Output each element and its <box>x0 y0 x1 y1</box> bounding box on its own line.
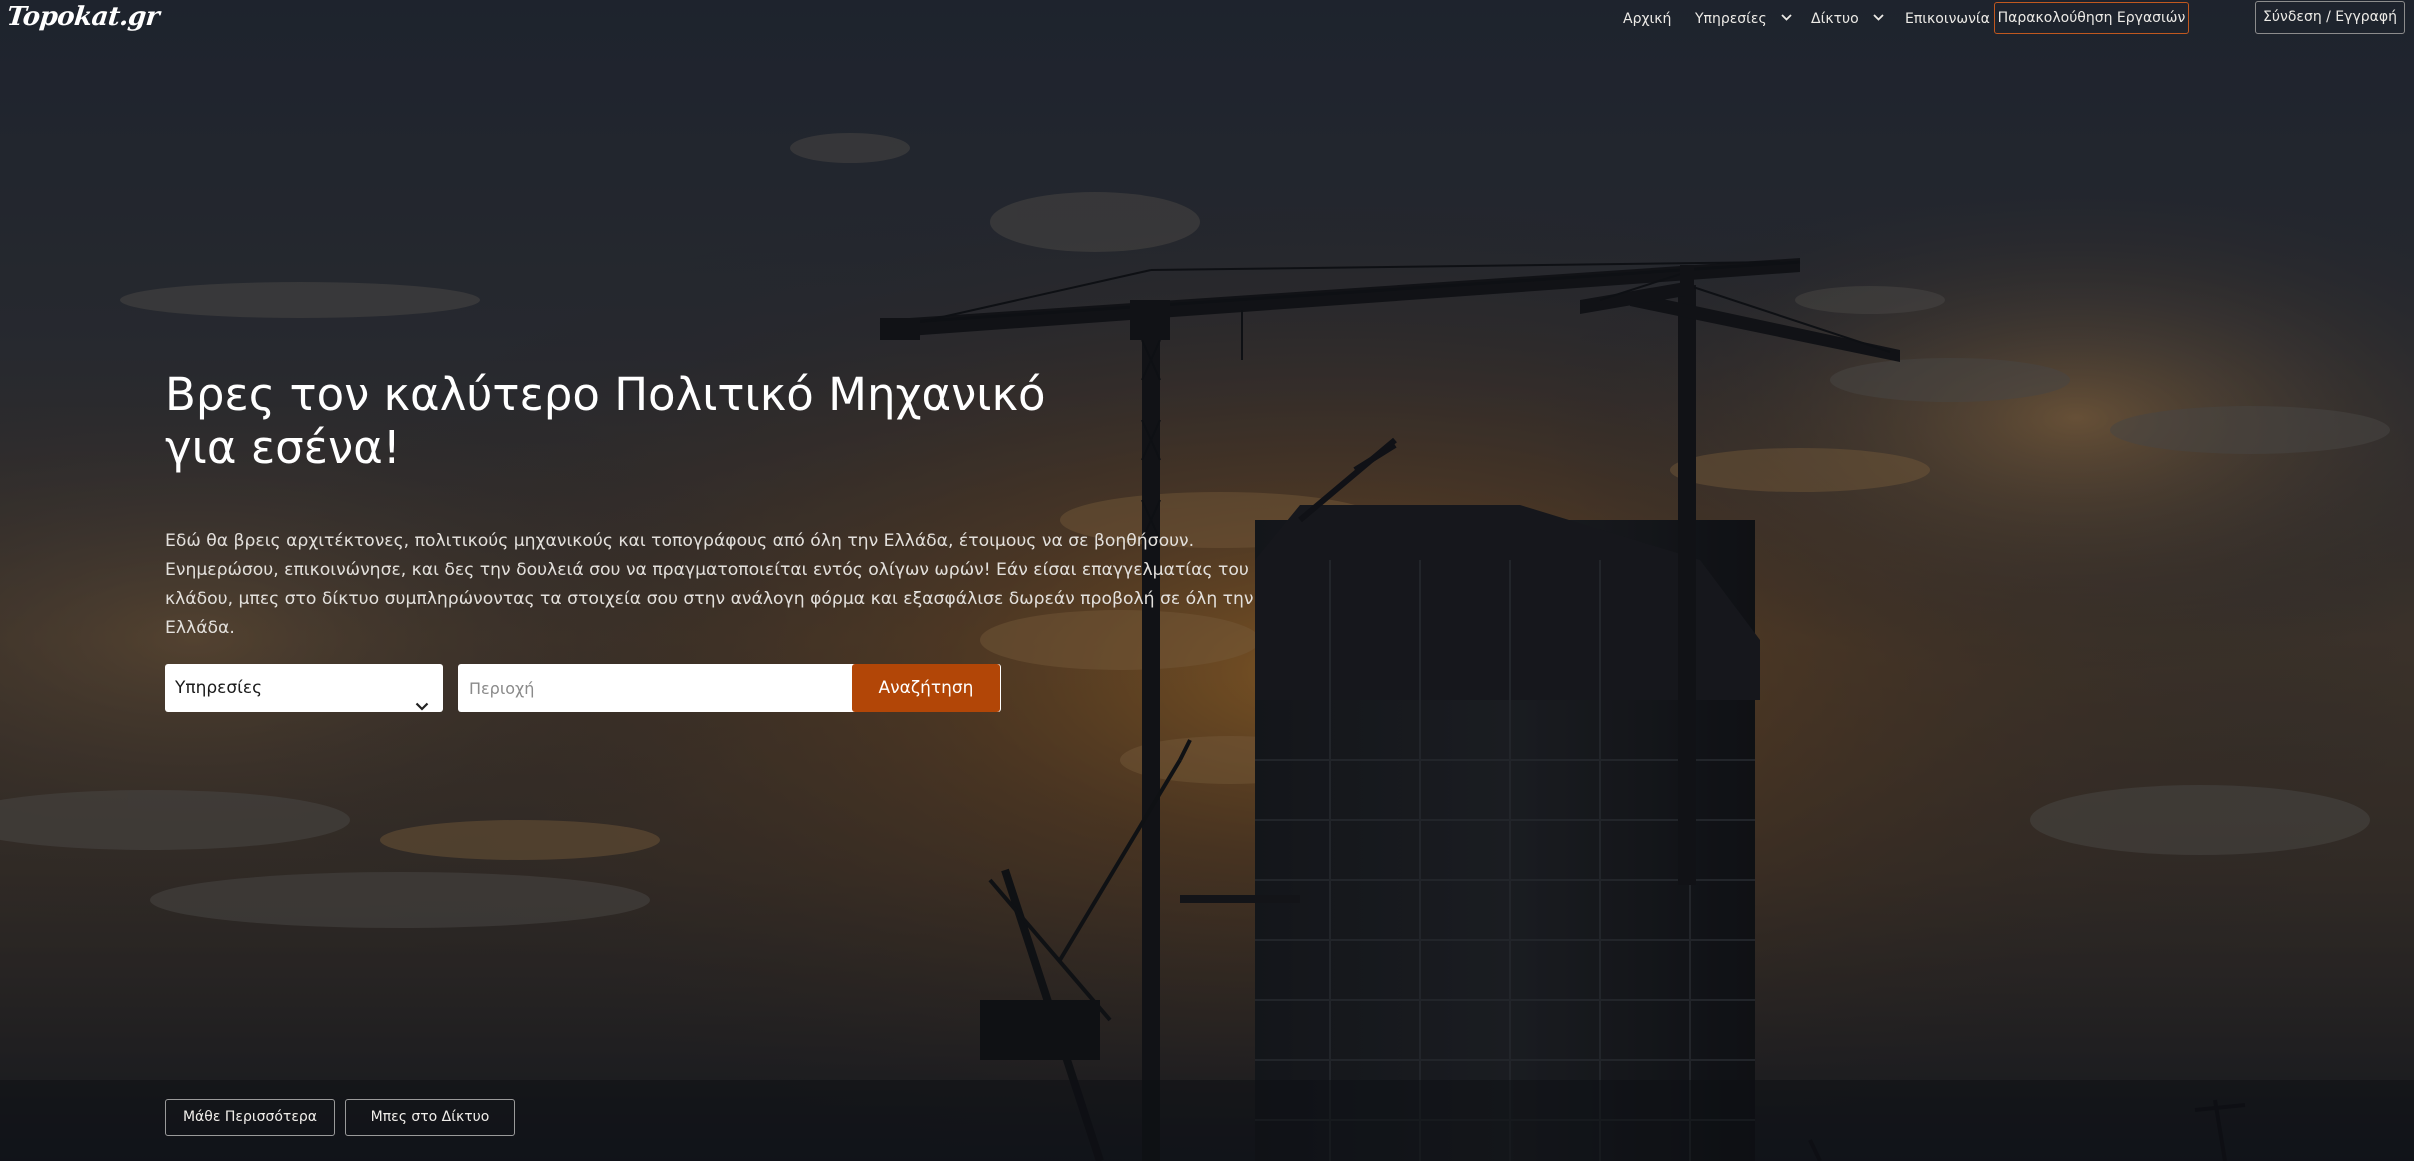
nav-network-label: Δίκτυο <box>1811 11 1859 27</box>
learn-more-label: Μάθε Περισσότερα <box>182 1109 318 1125</box>
nav-dropdown-services[interactable]: Υπηρεσίες <box>1695 11 1792 27</box>
search-button[interactable]: Αναζήτηση <box>852 664 1000 712</box>
chevron-down-icon <box>1873 9 1884 25</box>
hero-title-line-1: Βρες τον καλύτερο Πολιτικό Μηχανικό <box>165 368 1046 421</box>
nav-dropdown-network[interactable]: Δίκτυο <box>1811 11 1884 27</box>
page: Topokat.gr Αρχική Υπηρεσίες Δίκτυο Επικο… <box>0 0 2414 1161</box>
nav-link-home[interactable]: Αρχική <box>1623 11 1671 27</box>
nav-link-contact[interactable]: Επικοινωνία <box>1905 11 1990 27</box>
join-network-button[interactable]: Μπες στο Δίκτυο <box>345 1099 515 1136</box>
top-navbar: Topokat.gr Αρχική Υπηρεσίες Δίκτυο Επικο… <box>0 0 2414 40</box>
nav-services-label: Υπηρεσίες <box>1695 11 1767 27</box>
hero-title-line-2: για εσένα! <box>165 421 401 474</box>
learn-more-button[interactable]: Μάθε Περισσότερα <box>165 1099 335 1136</box>
chevron-down-icon <box>1781 9 1792 25</box>
login-register-label: Σύνδεση / Εγγραφή <box>2263 9 2397 25</box>
nav-contact-label: Επικοινωνία <box>1905 11 1990 27</box>
services-select-value: Υπηρεσίες <box>175 678 263 698</box>
hero-title: Βρες τον καλύτερο Πολιτικό Μηχανικό για … <box>165 368 1065 474</box>
hero-description: Εδώ θα βρεις αρχιτέκτονες, πολιτικούς μη… <box>165 531 1254 638</box>
site-logo[interactable]: Topokat.gr <box>5 2 160 32</box>
login-register-button[interactable]: Σύνδεση / Εγγραφή <box>2255 1 2405 34</box>
chevron-down-icon <box>415 682 429 730</box>
nav-link-home-label: Αρχική <box>1623 11 1672 27</box>
nav-tracking-label: Παρακολούθηση Εργασιών <box>1997 10 2186 26</box>
services-select[interactable]: Υπηρεσίες <box>165 664 443 712</box>
nav-button-tracking[interactable]: Παρακολούθηση Εργασιών <box>1994 2 2189 34</box>
join-network-label: Μπες στο Δίκτυο <box>370 1109 490 1125</box>
search-button-label: Αναζήτηση <box>878 678 974 698</box>
